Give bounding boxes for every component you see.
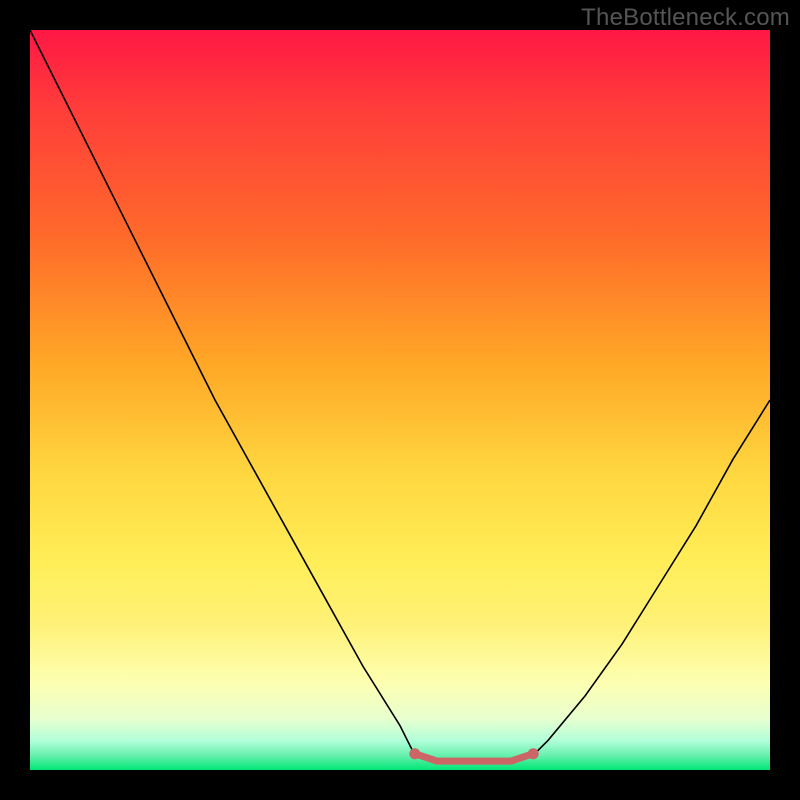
- watermark-text: TheBottleneck.com: [581, 4, 790, 32]
- chart-plot-area: [30, 30, 770, 770]
- chart-main-curve: [30, 30, 770, 763]
- chart-highlight-start-dot: [409, 748, 420, 759]
- chart-svg: [30, 30, 770, 770]
- chart-highlight-segment: [415, 754, 533, 761]
- chart-highlight-end-dot: [528, 748, 539, 759]
